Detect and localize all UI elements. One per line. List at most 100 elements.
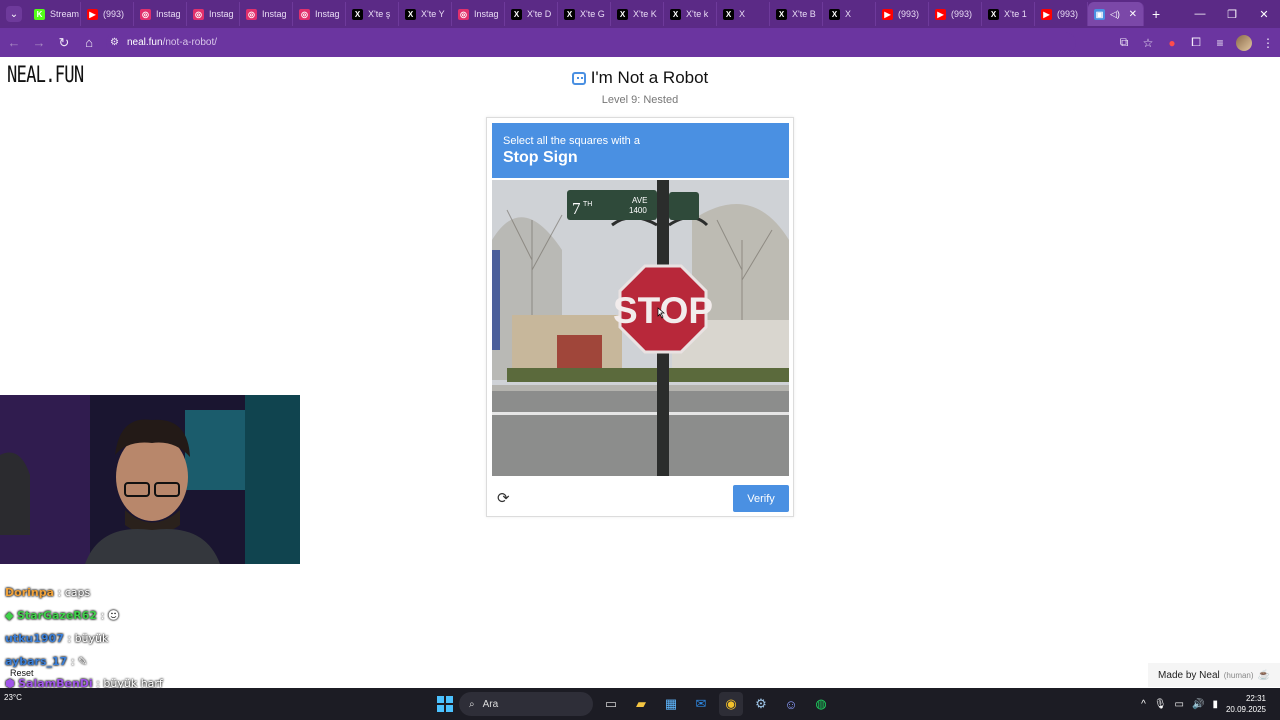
browser-tab[interactable]: K Stream xyxy=(28,2,81,26)
reload-icon[interactable]: ↻ xyxy=(53,32,75,54)
browser-tab[interactable]: ◎ Instag xyxy=(293,2,346,26)
browser-tab[interactable]: ◎ Instag xyxy=(240,2,293,26)
browser-tab[interactable]: ▶ (993) xyxy=(1035,2,1088,26)
captcha-header: Select all the squares with a Stop Sign xyxy=(492,123,789,178)
home-icon[interactable]: ⌂ xyxy=(78,32,100,54)
task-view-icon[interactable]: ▭ xyxy=(599,692,623,716)
chat-username: StarGazeR62 xyxy=(16,609,98,622)
tab-search-icon[interactable]: ⌄ xyxy=(6,6,22,22)
browser-tab[interactable]: ▶ (993) xyxy=(876,2,929,26)
file-explorer-icon[interactable]: ▰ xyxy=(629,692,653,716)
street-number: 7 xyxy=(572,199,581,218)
extensions-puzzle-icon[interactable]: ⧠ xyxy=(1184,35,1208,50)
minimize-icon[interactable]: — xyxy=(1184,0,1216,28)
browser-tab[interactable]: X X'te K xyxy=(611,2,664,26)
store-icon[interactable]: ▦ xyxy=(659,692,683,716)
chrome-icon[interactable]: ◉ xyxy=(719,692,743,716)
clock-date: 20.09.2025 xyxy=(1225,705,1266,714)
tab-label: Instag xyxy=(209,9,234,19)
search-icon: ⌕ xyxy=(469,698,475,710)
restore-icon[interactable]: ❐ xyxy=(1216,0,1248,28)
more-menu-icon[interactable]: ⋮ xyxy=(1256,36,1280,50)
search-placeholder: Ara xyxy=(482,698,499,710)
forward-arrow-icon[interactable]: → xyxy=(28,32,50,54)
tab-label: (993) xyxy=(103,9,125,19)
tab-favicon-icon: ▶ xyxy=(935,8,946,20)
refresh-captcha-icon[interactable]: ⟳ xyxy=(497,489,510,507)
tab-label: X'te D xyxy=(527,9,552,19)
extension-red-icon[interactable]: ● xyxy=(1160,36,1184,50)
outlook-icon[interactable]: ✉ xyxy=(689,692,713,716)
translate-icon[interactable]: ⧉ xyxy=(1112,35,1136,50)
tab-favicon-icon: ▶ xyxy=(87,8,98,20)
media-queue-icon[interactable]: ≡ xyxy=(1208,36,1232,50)
tab-favicon-icon: X xyxy=(723,8,734,20)
spotify-icon[interactable]: ◍ xyxy=(809,692,833,716)
captcha-image[interactable]: 7 TH AVE 1400 STOP xyxy=(492,180,789,476)
window-close-icon[interactable]: ✕ xyxy=(1248,0,1280,28)
street-suffix: TH xyxy=(583,201,592,208)
steam-icon[interactable]: ⚙ xyxy=(749,692,773,716)
weather-widget[interactable]: 23°C xyxy=(4,693,22,703)
browser-tab[interactable]: ▶ (993) xyxy=(81,2,134,26)
browser-tab[interactable]: ◎ Instag xyxy=(134,2,187,26)
diamond-badge-icon: ◆ xyxy=(5,609,14,622)
bookmark-star-icon[interactable]: ☆ xyxy=(1136,36,1160,50)
back-arrow-icon[interactable]: ← xyxy=(3,32,25,54)
tab-favicon-icon: ◎ xyxy=(140,8,151,20)
verify-button[interactable]: Verify xyxy=(733,485,789,512)
browser-tab[interactable]: XX xyxy=(717,2,770,26)
page-title: I'm Not a Robot xyxy=(571,68,709,88)
discord-icon[interactable]: ☺ xyxy=(779,692,803,716)
browser-tab[interactable]: ▶ (993) xyxy=(929,2,982,26)
battery-icon[interactable]: ▮ xyxy=(1212,699,1218,710)
profile-avatar[interactable] xyxy=(1236,34,1252,51)
robot-icon xyxy=(571,71,586,85)
tab-label: X xyxy=(845,9,852,19)
tab-label: Instag xyxy=(315,9,340,19)
captcha-instruction: Select all the squares with a xyxy=(503,135,640,147)
stop-sign-text: STOP xyxy=(613,290,713,331)
tab-active[interactable]: ▣ ◁) ✕ xyxy=(1088,2,1144,26)
volume-icon[interactable]: 🔊 xyxy=(1192,699,1204,710)
url-field[interactable]: ⚙ neal.fun/not-a-robot/ xyxy=(106,31,1076,54)
made-by-text: Made by Neal xyxy=(1158,669,1220,681)
site-info-icon[interactable]: ⚙ xyxy=(110,37,119,48)
tab-label: Instag xyxy=(262,9,287,19)
network-icon[interactable]: ▭ xyxy=(1175,699,1184,710)
close-tab-icon[interactable]: ✕ xyxy=(1129,9,1137,20)
reset-label[interactable]: Reset xyxy=(10,668,34,678)
chat-username: aybars_17 xyxy=(5,655,68,668)
tab-label: X'te 1 xyxy=(1004,9,1027,19)
browser-tab[interactable]: X X'te B xyxy=(770,2,823,26)
captcha-footer: ⟳ Verify xyxy=(492,483,789,513)
tab-label: X'te B xyxy=(792,9,816,19)
street-type: AVE xyxy=(632,196,647,205)
browser-tab[interactable]: XX xyxy=(823,2,876,26)
tab-label: Instag xyxy=(156,9,181,19)
browser-tab[interactable]: X X'te G xyxy=(558,2,611,26)
url-host: neal.fun xyxy=(126,37,163,48)
made-by-badge[interactable]: Made by Neal (human) ☕ xyxy=(1148,663,1280,687)
tab-favicon-icon: X xyxy=(670,8,681,20)
clock[interactable]: 22:31 20.09.2025 xyxy=(1226,693,1266,715)
emote-icon: ✎ xyxy=(78,655,88,668)
new-tab-button[interactable]: + xyxy=(1152,6,1160,22)
browser-tab[interactable]: ◎ Instag xyxy=(452,2,505,26)
browser-tab[interactable]: X X'te D xyxy=(505,2,558,26)
page-title-text: I'm Not a Robot xyxy=(590,68,709,87)
browser-tab[interactable]: X X'te k xyxy=(664,2,717,26)
browser-tab[interactable]: X X'te Y xyxy=(399,2,452,26)
microphone-icon[interactable]: 🎙 xyxy=(1154,699,1167,710)
browser-tab[interactable]: X X'te ş xyxy=(346,2,399,26)
tab-label: (993) xyxy=(898,9,920,19)
browser-tab[interactable]: ◎ Instag xyxy=(187,2,240,26)
taskbar-search-input[interactable]: ⌕ Ara xyxy=(459,692,593,716)
windows-start-icon[interactable] xyxy=(437,696,453,712)
taskbar-apps: ⌕ Ara ▭ ▰ ▦ ✉ ◉ ⚙ ☺ ◍ xyxy=(437,688,833,720)
browser-tab[interactable]: X X'te 1 xyxy=(982,2,1035,26)
chat-username: Dorinpa xyxy=(5,586,55,599)
tray-chevron-icon[interactable]: ^ xyxy=(1141,699,1146,710)
chat-message: utku1907 : büyük xyxy=(5,632,109,645)
tab-favicon-icon: X xyxy=(511,8,522,20)
